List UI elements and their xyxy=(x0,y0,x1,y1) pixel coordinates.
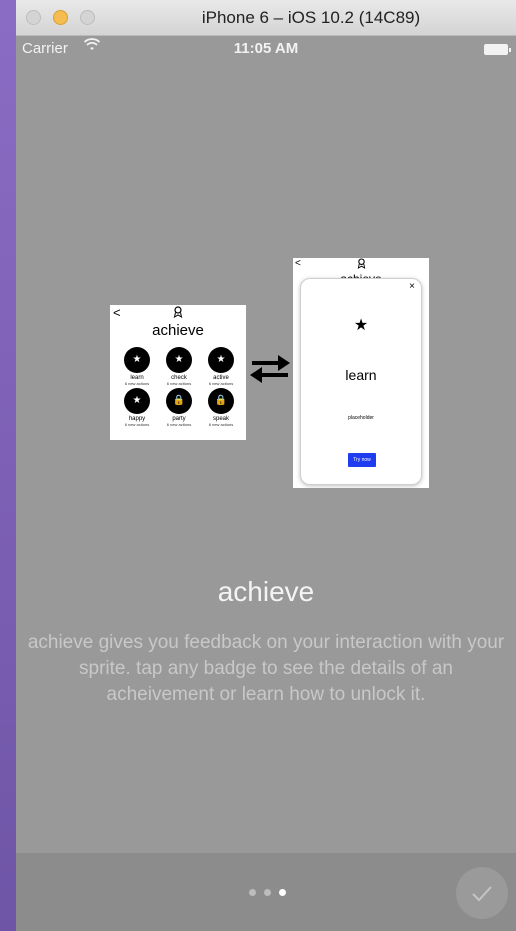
preview-title: achieve xyxy=(152,322,204,339)
battery-icon xyxy=(484,44,511,55)
onboarding-footer xyxy=(16,853,516,931)
badge-subtitle: 6 new actions xyxy=(208,422,234,427)
simulator-window: iPhone 6 – iOS 10.2 (14C89) Carrier 11:0… xyxy=(16,0,516,931)
medal-icon xyxy=(110,306,246,321)
achievement-description: placeholder xyxy=(348,415,374,421)
badge-lock-icon: 🔒 xyxy=(166,388,192,414)
close-icon: × xyxy=(409,281,415,292)
badge-subtitle: 6 new actions xyxy=(208,381,234,386)
ios-status-bar: Carrier 11:05 AM xyxy=(16,36,516,62)
badge-subtitle: 6 new actions xyxy=(166,381,192,386)
window-titlebar: iPhone 6 – iOS 10.2 (14C89) xyxy=(16,0,516,36)
window-title: iPhone 6 – iOS 10.2 (14C89) xyxy=(201,8,421,27)
badge-party: 🔒 party 6 new actions xyxy=(158,388,200,427)
detail-screen-preview: < achieve × ★ learn placeholder Try now xyxy=(293,258,429,488)
badge-speak: 🔒 speak 6 new actions xyxy=(200,388,242,427)
badge-lock-icon: 🔒 xyxy=(208,388,234,414)
onboarding-headline: achieve xyxy=(217,576,315,607)
badge-star-icon: ★ xyxy=(124,388,150,414)
badge-subtitle: 6 new actions xyxy=(124,381,150,386)
badge-star-icon: ★ xyxy=(124,347,150,373)
badge-star-icon: ★ xyxy=(166,347,192,373)
achieve-screen-preview: < achieve ★ learn 6 new actions ★ check … xyxy=(110,305,246,440)
page-dot-active[interactable] xyxy=(279,889,286,896)
try-now-button: Try now xyxy=(348,453,376,467)
page-indicator[interactable] xyxy=(249,889,286,896)
maximize-window-button[interactable] xyxy=(80,10,95,25)
badge-subtitle: 6 new actions xyxy=(124,422,150,427)
achievement-detail-card: × ★ learn placeholder Try now xyxy=(300,278,422,485)
swap-arrows-icon xyxy=(250,355,290,383)
page-dot[interactable] xyxy=(249,889,256,896)
close-window-button[interactable] xyxy=(26,10,41,25)
badge-learn: ★ learn 6 new actions xyxy=(116,347,158,386)
achievement-name: learn xyxy=(345,367,377,383)
badge-check: ★ check 6 new actions xyxy=(158,347,200,386)
minimize-window-button[interactable] xyxy=(53,10,68,25)
status-time: 11:05 AM xyxy=(233,40,299,57)
page-dot[interactable] xyxy=(264,889,271,896)
badge-happy: ★ happy 6 new actions xyxy=(116,388,158,427)
badge-star-icon: ★ xyxy=(208,347,234,373)
checkmark-icon xyxy=(472,886,492,902)
badge-grid: ★ learn 6 new actions ★ check 6 new acti… xyxy=(116,347,242,427)
star-icon: ★ xyxy=(353,317,369,334)
medal-icon xyxy=(293,258,429,271)
badge-subtitle: 6 new actions xyxy=(166,422,192,427)
badge-active: ★ active 6 new actions xyxy=(200,347,242,386)
onboarding-description: achieve gives you feedback on your inter… xyxy=(27,632,505,705)
done-button[interactable] xyxy=(456,867,508,919)
